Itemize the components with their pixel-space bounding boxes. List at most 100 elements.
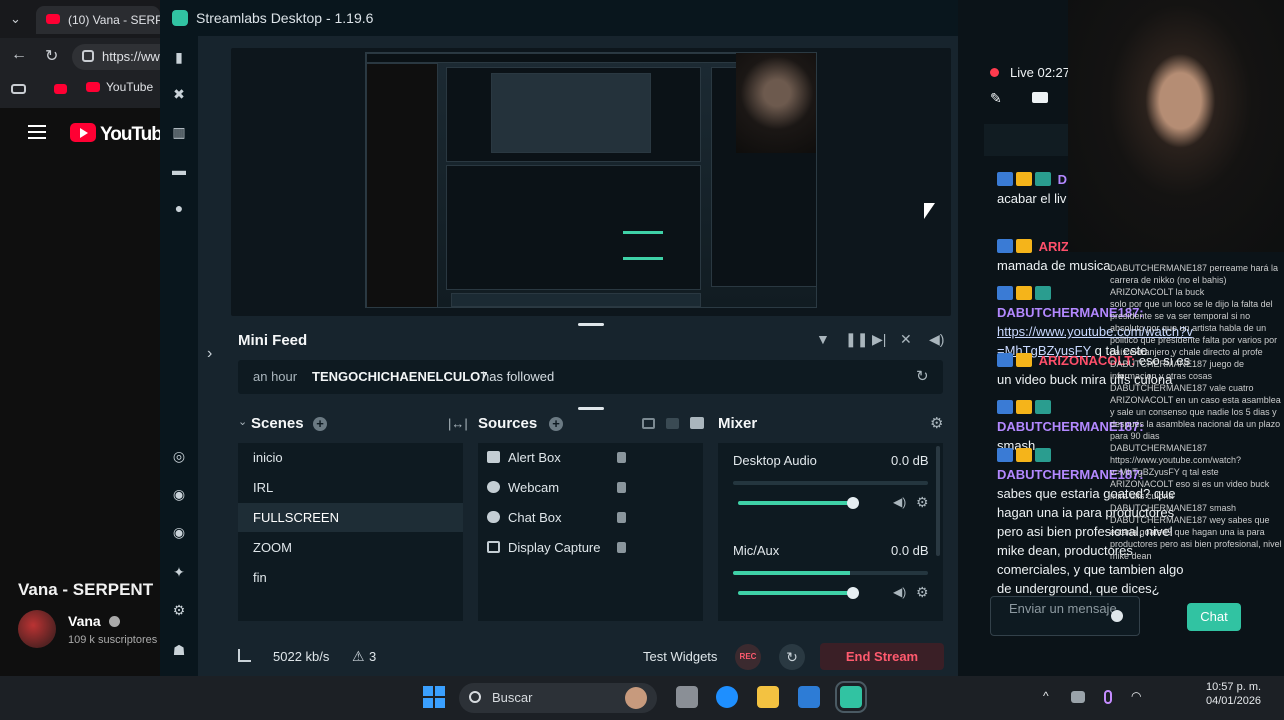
highlighter-icon[interactable]: ● xyxy=(171,200,187,216)
editor-icon[interactable]: ▮ xyxy=(171,49,187,65)
skip-icon[interactable]: ▶| xyxy=(872,331,886,348)
scenes-title: Scenes xyxy=(251,415,304,432)
channel-settings-gear-icon[interactable]: ⚙ xyxy=(916,584,929,601)
monitor-icon xyxy=(487,541,500,553)
lock-icon[interactable] xyxy=(617,512,626,523)
channel-avatar[interactable] xyxy=(18,610,56,648)
speaker-icon[interactable]: ◀) xyxy=(893,585,906,599)
warning-icon[interactable]: ⚠ xyxy=(352,648,365,665)
add-scene-icon[interactable]: + xyxy=(313,417,327,431)
overlay-line: ARIZONACOLT eso si es un video buck mira… xyxy=(1110,479,1270,501)
chat-username[interactable]: D xyxy=(1058,172,1067,187)
search-icon xyxy=(469,691,481,703)
source-item-chat-box[interactable]: Chat Box xyxy=(478,503,698,532)
source-item-display-capture[interactable]: Display Capture xyxy=(478,533,698,562)
bookmarks-icon[interactable] xyxy=(11,84,26,94)
webcam-icon xyxy=(487,481,500,493)
mute-alerts-icon[interactable]: ✕ xyxy=(900,331,912,348)
address-bar[interactable]: https://ww xyxy=(72,44,160,70)
feed-username[interactable]: TENGOCHICHAENELCULO7 xyxy=(312,369,488,384)
stats-icon[interactable]: ◉ xyxy=(171,524,187,540)
chat-username[interactable]: ARIZ xyxy=(1039,239,1069,254)
record-button[interactable]: REC xyxy=(735,644,761,670)
performance-chart-icon[interactable] xyxy=(238,649,251,662)
studio-mode-icon[interactable]: ◎ xyxy=(171,448,187,464)
filter-icon[interactable]: ▼ xyxy=(816,331,830,347)
store-icon[interactable]: ▥ xyxy=(171,124,187,140)
mixer-panel: Desktop Audio 0.0 dB ◀) ⚙ Mic/Aux 0.0 dB… xyxy=(718,443,943,621)
verified-icon xyxy=(108,616,120,627)
tray-chevron-icon[interactable]: ^ xyxy=(1043,689,1049,703)
live-timer: Live 02:27 xyxy=(1010,65,1070,80)
volume-icon[interactable]: ◀) xyxy=(929,331,944,348)
taskbar-search[interactable]: Buscar xyxy=(459,683,657,713)
tray-app-icon[interactable] xyxy=(1071,691,1085,703)
test-widgets-button[interactable]: Test Widgets xyxy=(643,649,717,664)
volume-slider-knob[interactable] xyxy=(847,587,860,599)
hamburger-menu-icon[interactable] xyxy=(28,125,46,139)
microsoft-store-icon[interactable] xyxy=(798,686,820,708)
feed-action: has followed xyxy=(482,369,555,384)
browser-tab[interactable]: (10) Vana - SERPEN xyxy=(36,6,160,34)
profile-icon[interactable]: ☗ xyxy=(171,642,187,658)
edge-browser-icon[interactable] xyxy=(716,686,738,708)
scene-item-inicio[interactable]: inicio xyxy=(238,443,463,472)
dashboard-icon[interactable]: ◉ xyxy=(171,486,187,502)
overlay-icon[interactable]: ▬ xyxy=(171,162,187,178)
file-explorer-icon[interactable] xyxy=(757,686,779,708)
scene-item-fin[interactable]: fin xyxy=(238,563,463,592)
settings-gear-icon[interactable]: ⚙ xyxy=(171,602,187,618)
dock-resize-handle[interactable] xyxy=(578,407,604,410)
end-stream-button[interactable]: End Stream xyxy=(820,643,944,670)
repeat-alert-icon[interactable]: ↻ xyxy=(916,367,929,385)
scene-item-irl[interactable]: IRL xyxy=(238,473,463,502)
sparkle-icon[interactable]: ✦ xyxy=(171,564,187,580)
sources-title: Sources xyxy=(478,415,538,432)
windows-start-icon[interactable] xyxy=(423,686,445,708)
edit-pencil-icon[interactable]: ✎ xyxy=(990,90,1002,107)
add-source-icon[interactable]: + xyxy=(549,417,563,431)
taskbar-clock[interactable]: 10:57 p. m. 04/01/2026 xyxy=(1206,680,1261,708)
channel-name[interactable]: Vana xyxy=(68,613,120,629)
microphone-icon[interactable] xyxy=(1104,690,1112,704)
volume-slider-fill[interactable] xyxy=(738,501,854,505)
source-group-icon[interactable] xyxy=(642,418,655,429)
youtube-music-bookmark-icon[interactable] xyxy=(54,84,67,94)
channel-settings-gear-icon[interactable]: ⚙ xyxy=(916,494,929,511)
source-selective-recording-icon[interactable] xyxy=(666,418,679,429)
mixer-settings-gear-icon[interactable]: ⚙ xyxy=(930,414,943,432)
lock-icon[interactable] xyxy=(617,542,626,553)
themes-icon[interactable]: ✖ xyxy=(171,86,187,102)
scene-item-fullscreen[interactable]: FULLSCREEN xyxy=(238,503,463,532)
expand-panel-chevron-icon[interactable]: › xyxy=(207,345,212,363)
scene-transition-icon[interactable]: |↔| xyxy=(448,416,468,431)
site-info-icon xyxy=(82,50,94,62)
tab-list-chevron-icon[interactable]: ⌄ xyxy=(10,11,21,27)
source-item-webcam[interactable]: Webcam xyxy=(478,473,698,502)
scenes-collapse-chevron-icon[interactable]: ⌄ xyxy=(238,415,247,428)
source-folder-icon[interactable] xyxy=(690,417,704,429)
lock-icon[interactable] xyxy=(617,482,626,493)
source-item-alert-box[interactable]: Alert Box xyxy=(478,443,698,472)
youtube-logo-icon[interactable] xyxy=(70,123,96,142)
crown-badge-icon xyxy=(1016,353,1032,367)
wifi-icon[interactable]: ◠ xyxy=(1131,689,1141,703)
crown-badge-icon xyxy=(1016,239,1032,253)
task-view-icon[interactable] xyxy=(676,686,698,708)
browser-tab-title: (10) Vana - SERPEN xyxy=(68,13,160,27)
scene-item-zoom[interactable]: ZOOM xyxy=(238,533,463,562)
feed-item[interactable]: an hour TENGOCHICHAENELCULO7 has followe… xyxy=(238,360,943,394)
address-text: https://ww xyxy=(102,49,160,64)
speaker-icon[interactable]: ◀) xyxy=(893,495,906,509)
reload-icon[interactable]: ↻ xyxy=(45,46,58,66)
mixer-scrollbar[interactable] xyxy=(936,446,940,556)
pause-icon[interactable]: ❚❚ xyxy=(845,331,868,348)
bookmark-youtube[interactable]: YouTube xyxy=(86,80,153,94)
back-arrow-icon[interactable]: ← xyxy=(11,46,27,64)
lock-icon[interactable] xyxy=(617,452,626,463)
camera-icon[interactable] xyxy=(1032,92,1048,103)
volume-slider-fill[interactable] xyxy=(738,591,854,595)
replay-buffer-icon[interactable]: ↻ xyxy=(779,644,805,670)
streamlabs-taskbar-icon[interactable] xyxy=(835,681,867,713)
volume-slider-knob[interactable] xyxy=(847,497,860,509)
